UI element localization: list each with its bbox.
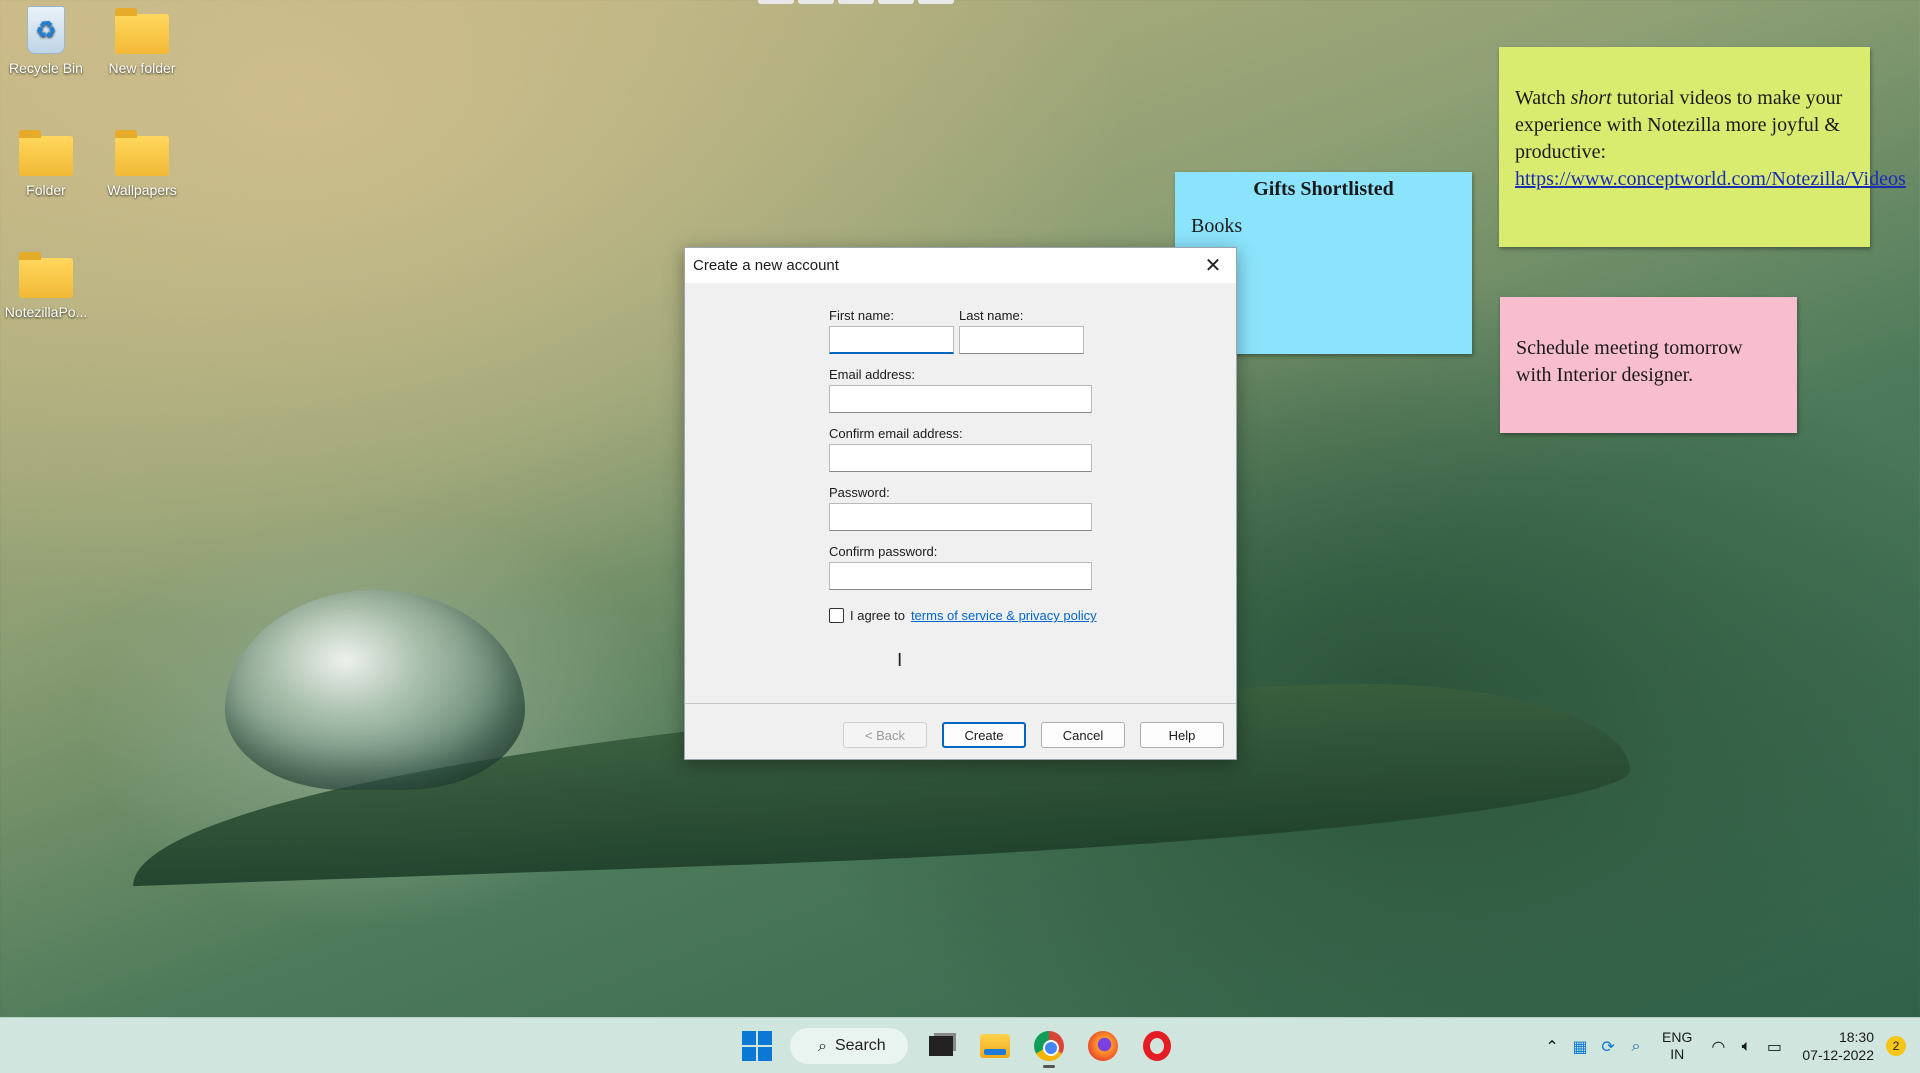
firefox-icon — [1088, 1031, 1118, 1061]
taskbar-search[interactable]: ⌕ Search — [789, 1027, 909, 1065]
taskbar-apps: ⌕ Search — [735, 1024, 1179, 1068]
system-tray: ⌃ ▦ ⟳ ⌕ ENG IN ◠ 🔈︎ ▭ 18:30 07-12-2022 2 — [1538, 1018, 1920, 1073]
confirm-email-label: Confirm email address: — [829, 426, 963, 441]
battery-icon[interactable]: ▭ — [1760, 1037, 1788, 1056]
sync-icon[interactable]: ⟳ — [1594, 1037, 1622, 1056]
email-input[interactable] — [829, 385, 1092, 413]
file-explorer-button[interactable] — [973, 1024, 1017, 1068]
top-edge-widget[interactable] — [758, 0, 958, 4]
task-view-icon — [929, 1036, 953, 1056]
last-name-label: Last name: — [959, 308, 1024, 323]
folder-icon — [19, 130, 73, 176]
note-text: Schedule meeting tomorrow with Interior … — [1516, 337, 1743, 386]
notification-badge[interactable]: 2 — [1886, 1036, 1906, 1056]
running-indicator — [1043, 1065, 1055, 1068]
start-icon — [742, 1031, 772, 1061]
opera-button[interactable] — [1135, 1024, 1179, 1068]
chrome-button[interactable] — [1027, 1024, 1071, 1068]
dialog-title: Create a new account — [693, 257, 839, 274]
task-view-button[interactable] — [919, 1024, 963, 1068]
create-account-dialog: Create a new account ✕ First name: Last … — [684, 247, 1237, 760]
recycle-bin-icon: ♻ — [27, 6, 65, 54]
chevron-up-icon[interactable]: ⌃ — [1538, 1037, 1566, 1056]
tray-app-icon[interactable]: ▦ — [1566, 1037, 1594, 1056]
volume-icon[interactable]: 🔈︎ — [1732, 1036, 1760, 1056]
clock-date: 07-12-2022 — [1802, 1047, 1874, 1063]
desktop-icon-new-folder[interactable]: New folder — [96, 6, 188, 76]
clock[interactable]: 18:30 07-12-2022 — [1802, 1028, 1874, 1064]
start-button[interactable] — [735, 1024, 779, 1068]
folder-icon — [115, 130, 169, 176]
agree-label: I agree to — [850, 608, 905, 623]
cancel-button[interactable]: Cancel — [1041, 722, 1125, 748]
confirm-password-input[interactable] — [829, 562, 1092, 590]
file-explorer-icon — [980, 1034, 1010, 1058]
folder-icon — [19, 252, 73, 298]
desktop-icon-label: Folder — [26, 182, 66, 198]
terms-link[interactable]: terms of service & privacy policy — [911, 608, 1097, 623]
agree-checkbox[interactable] — [829, 608, 844, 623]
create-button[interactable]: Create — [942, 722, 1026, 748]
desktop-icon-wallpapers[interactable]: Wallpapers — [96, 128, 188, 198]
desktop-icon-folder[interactable]: Folder — [0, 128, 92, 198]
note-line: Books — [1191, 215, 1243, 237]
dialog-button-row: < Back Create Cancel Help — [843, 722, 1224, 748]
firefox-button[interactable] — [1081, 1024, 1125, 1068]
close-button[interactable]: ✕ — [1190, 248, 1236, 283]
sticky-note-tutorial[interactable]: Watch short tutorial videos to make your… — [1499, 47, 1906, 247]
desktop-icon-label: New folder — [108, 60, 176, 76]
note-text-emphasis: short — [1570, 87, 1612, 109]
back-button[interactable]: < Back — [843, 722, 927, 748]
dialog-separator — [685, 703, 1236, 704]
first-name-input[interactable] — [829, 326, 954, 354]
search-icon: ⌕ — [818, 1036, 827, 1055]
password-label: Password: — [829, 485, 890, 500]
account-form: First name: Last name: Email address: Co… — [829, 308, 1099, 623]
confirm-password-label: Confirm password: — [829, 544, 938, 559]
note-link[interactable]: https://www.conceptworld.com/Notezilla/V… — [1515, 168, 1906, 190]
opera-icon — [1143, 1031, 1171, 1061]
wifi-icon[interactable]: ◠ — [1704, 1037, 1732, 1056]
password-input[interactable] — [829, 503, 1092, 531]
text-cursor-icon: I — [897, 650, 903, 671]
last-name-input[interactable] — [959, 326, 1084, 354]
search-label: Search — [834, 1037, 886, 1054]
chrome-icon — [1034, 1031, 1064, 1061]
desktop-icon-label: Wallpapers — [107, 182, 177, 198]
note-text: Watch — [1515, 87, 1571, 109]
confirm-email-input[interactable] — [829, 444, 1092, 472]
sticky-note-meeting[interactable]: Schedule meeting tomorrow with Interior … — [1500, 297, 1797, 433]
language-indicator[interactable]: ENG IN — [1662, 1029, 1692, 1063]
desktop-icon-label: NotezillaPo... — [4, 304, 88, 320]
desktop-icon-label: Recycle Bin — [9, 60, 83, 76]
clock-time: 18:30 — [1838, 1029, 1874, 1045]
tray-search-icon[interactable]: ⌕ — [1622, 1036, 1650, 1056]
desktop-icon-notezilla[interactable]: NotezillaPo... — [0, 250, 92, 320]
taskbar: ⌕ Search ⌃ ▦ ⟳ ⌕ ENG IN ◠ 🔈︎ ▭ 18:30 07-… — [0, 1017, 1920, 1073]
wallpaper-droplet — [225, 590, 525, 790]
email-label: Email address: — [829, 367, 915, 382]
help-button[interactable]: Help — [1140, 722, 1224, 748]
dialog-titlebar[interactable]: Create a new account ✕ — [685, 248, 1236, 283]
folder-icon — [115, 8, 169, 54]
lang-line: IN — [1670, 1046, 1685, 1062]
lang-line: ENG — [1662, 1029, 1693, 1045]
first-name-label: First name: — [829, 308, 895, 323]
close-icon: ✕ — [1204, 255, 1222, 277]
desktop-icon-recycle-bin[interactable]: ♻ Recycle Bin — [0, 6, 92, 76]
note-title: Gifts Shortlisted — [1253, 178, 1394, 200]
